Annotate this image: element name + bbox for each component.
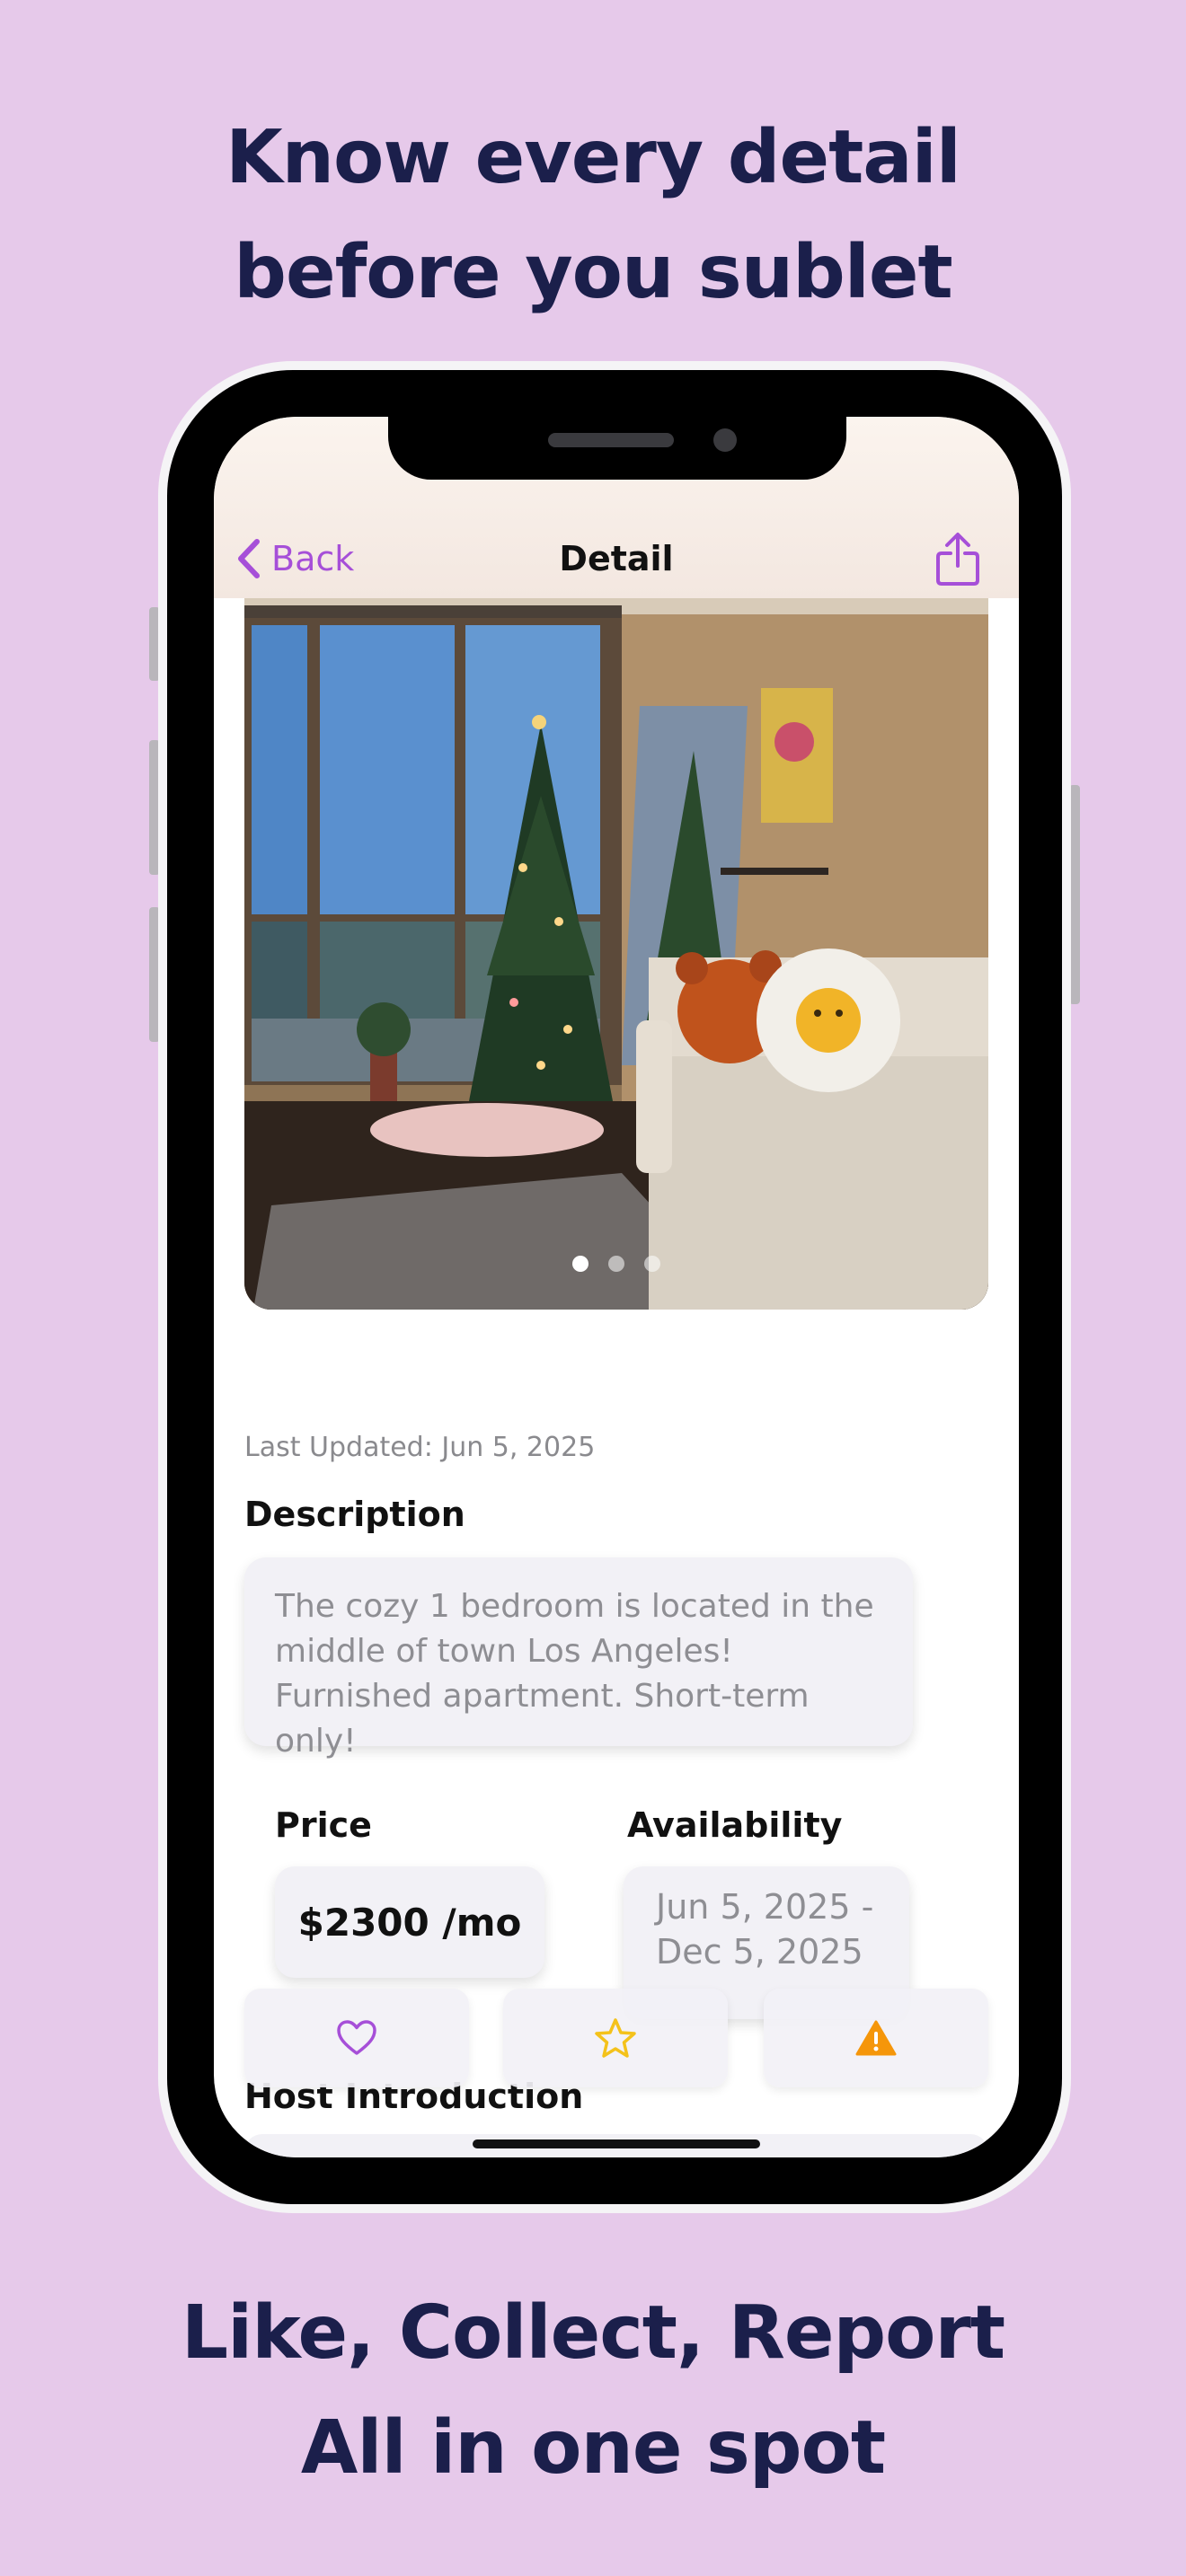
share-icon [936, 533, 979, 586]
headline-bottom: Like, Collect, Report All in one spot [0, 2276, 1186, 2506]
price-value: $2300 /mo [275, 1866, 544, 1978]
carousel-dot-2[interactable] [608, 1256, 624, 1272]
availability-end: Dec 5, 2025 [656, 1932, 863, 1972]
front-camera [713, 428, 737, 452]
collect-button[interactable] [503, 1989, 728, 2087]
listing-photo [244, 598, 988, 1310]
description-card: The cozy 1 bedroom is located in the mid… [244, 1557, 913, 1760]
headline-top-line1: Know every detail [226, 115, 961, 200]
headline-bottom-line1: Like, Collect, Report [181, 2290, 1005, 2376]
phone-notch [388, 417, 846, 480]
carousel-dot-1[interactable] [572, 1256, 589, 1272]
phone-screen: Back Detail Last Updated: Jun 5, 2025 De… [214, 417, 1019, 2157]
availability-start: Jun 5, 2025 - [656, 1887, 874, 1927]
carousel-dot-3[interactable] [644, 1256, 660, 1272]
action-bar [244, 1989, 988, 2089]
home-indicator[interactable] [473, 2139, 760, 2148]
star-icon [595, 2018, 636, 2058]
share-button[interactable] [931, 530, 985, 587]
heart-icon [337, 2020, 376, 2055]
like-button[interactable] [244, 1989, 469, 2087]
headline-top: Know every detail before you sublet [0, 101, 1186, 331]
report-button[interactable] [764, 1989, 988, 2087]
last-updated-text: Last Updated: Jun 5, 2025 [244, 1432, 596, 1463]
page-title: Detail [559, 539, 674, 578]
warning-icon [855, 2020, 897, 2056]
availability-label: Availability [627, 1805, 843, 1845]
headline-top-line2: before you sublet [234, 230, 952, 315]
phone-speaker [548, 433, 674, 447]
headline-bottom-line2: All in one spot [300, 2405, 886, 2491]
price-label: Price [275, 1805, 372, 1845]
carousel-page-indicator[interactable] [244, 1256, 988, 1272]
listing-photo-carousel[interactable] [244, 598, 988, 1310]
description-label: Description [244, 1495, 465, 1534]
